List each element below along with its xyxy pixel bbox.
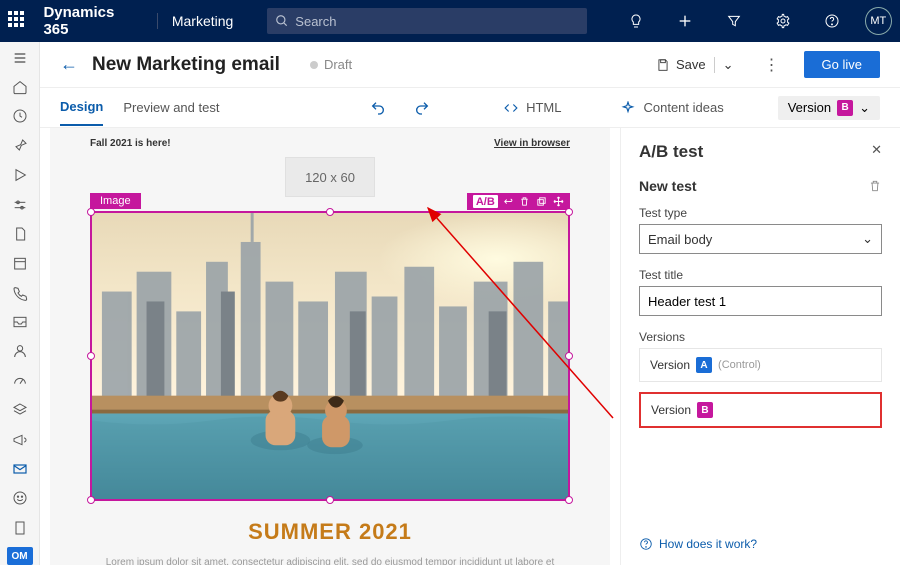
- resize-handle[interactable]: [326, 208, 334, 216]
- resize-handle[interactable]: [565, 208, 573, 216]
- plus-icon[interactable]: [668, 0, 701, 42]
- page-icon[interactable]: [9, 518, 31, 537]
- tab-preview[interactable]: Preview and test: [123, 90, 219, 125]
- version-b-option[interactable]: Version B: [639, 392, 882, 428]
- versions-label: Versions: [639, 330, 882, 344]
- brand-label: Dynamics 365: [43, 4, 140, 38]
- delete-block-icon[interactable]: [519, 195, 530, 208]
- lightbulb-icon[interactable]: [619, 0, 652, 42]
- headline-text: SUMMER 2021: [90, 519, 570, 545]
- help-icon: [639, 537, 653, 551]
- page-title: New Marketing email: [92, 54, 280, 76]
- duplicate-block-icon[interactable]: [536, 195, 547, 208]
- om-badge[interactable]: OM: [7, 547, 33, 565]
- version-a-option[interactable]: Version A (Control): [639, 348, 882, 382]
- play-icon[interactable]: [9, 166, 31, 185]
- undo-icon[interactable]: [366, 96, 390, 120]
- test-type-label: Test type: [639, 206, 882, 220]
- panel-title: A/B test: [639, 142, 882, 162]
- sliders-icon[interactable]: [9, 195, 31, 214]
- hamburger-icon[interactable]: [9, 48, 31, 67]
- more-icon[interactable]: ⋮: [754, 55, 790, 75]
- document-icon[interactable]: [9, 224, 31, 243]
- undo-block-icon[interactable]: ↩: [504, 195, 513, 208]
- chevron-down-icon: ⌄: [862, 231, 873, 247]
- content-ideas-button[interactable]: Content ideas: [621, 100, 723, 115]
- home-icon[interactable]: [9, 77, 31, 96]
- resize-handle[interactable]: [565, 496, 573, 504]
- hero-image: [92, 213, 568, 499]
- filter-icon[interactable]: [717, 0, 750, 42]
- block-toolbar: A/B ↩: [467, 193, 570, 210]
- test-title-label: Test title: [639, 268, 882, 282]
- control-note: (Control): [718, 359, 761, 371]
- how-does-it-work-link[interactable]: How does it work?: [639, 537, 757, 551]
- search-placeholder: Search: [295, 14, 336, 29]
- mail-icon[interactable]: [9, 459, 31, 478]
- save-button[interactable]: Save ⌄: [650, 53, 740, 77]
- ab-test-badge[interactable]: A/B: [473, 195, 498, 208]
- version-switcher[interactable]: Version B ⌄: [778, 96, 880, 120]
- delete-test-icon[interactable]: [868, 179, 882, 193]
- resize-handle[interactable]: [565, 352, 573, 360]
- pin-icon[interactable]: [9, 136, 31, 155]
- new-test-label: New test: [639, 178, 697, 194]
- view-in-browser-link[interactable]: View in browser: [494, 138, 570, 149]
- save-chevron-icon[interactable]: ⌄: [714, 57, 734, 73]
- stack-icon[interactable]: [9, 401, 31, 420]
- save-icon: [656, 58, 670, 72]
- version-b-badge: B: [697, 402, 713, 418]
- sparkle-icon: [621, 101, 635, 115]
- calendar-icon[interactable]: [9, 254, 31, 273]
- redo-icon[interactable]: [410, 96, 434, 120]
- clock-icon[interactable]: [9, 107, 31, 126]
- left-rail: OM: [0, 42, 40, 565]
- body-text: Lorem ipsum dolor sit amet, consectetur …: [90, 555, 570, 565]
- go-live-button[interactable]: Go live: [804, 51, 880, 78]
- avatar[interactable]: MT: [865, 7, 892, 35]
- area-label: Marketing: [157, 13, 233, 29]
- search-input[interactable]: Search: [267, 8, 587, 34]
- version-b-badge: B: [837, 100, 853, 116]
- status-badge: Draft: [310, 57, 352, 72]
- gear-icon[interactable]: [767, 0, 800, 42]
- gauge-icon[interactable]: [9, 371, 31, 390]
- back-arrow-icon[interactable]: ←: [60, 54, 78, 75]
- block-label: Image: [90, 193, 141, 209]
- megaphone-icon[interactable]: [9, 430, 31, 449]
- resize-handle[interactable]: [87, 352, 95, 360]
- help-icon[interactable]: [816, 0, 849, 42]
- html-button[interactable]: HTML: [504, 100, 561, 115]
- version-a-badge: A: [696, 357, 712, 373]
- smiley-icon[interactable]: [9, 489, 31, 508]
- resize-handle[interactable]: [87, 496, 95, 504]
- chevron-down-icon: ⌄: [859, 100, 870, 116]
- tab-design[interactable]: Design: [60, 89, 103, 126]
- test-type-select[interactable]: Email body ⌄: [639, 224, 882, 254]
- inbox-icon[interactable]: [9, 312, 31, 331]
- image-block-selected[interactable]: Image A/B ↩: [90, 211, 570, 501]
- person-icon[interactable]: [9, 342, 31, 361]
- ab-test-panel: ✕ A/B test New test Test type Email body…: [620, 128, 900, 565]
- search-icon: [275, 14, 289, 28]
- resize-handle[interactable]: [87, 208, 95, 216]
- close-icon[interactable]: ✕: [871, 142, 882, 158]
- phone-icon[interactable]: [9, 283, 31, 302]
- test-title-input[interactable]: [639, 286, 882, 316]
- logo-placeholder[interactable]: 120 x 60: [285, 157, 375, 197]
- code-icon: [504, 101, 518, 115]
- move-block-icon[interactable]: [553, 195, 564, 208]
- app-launcher-icon[interactable]: [8, 11, 27, 31]
- resize-handle[interactable]: [326, 496, 334, 504]
